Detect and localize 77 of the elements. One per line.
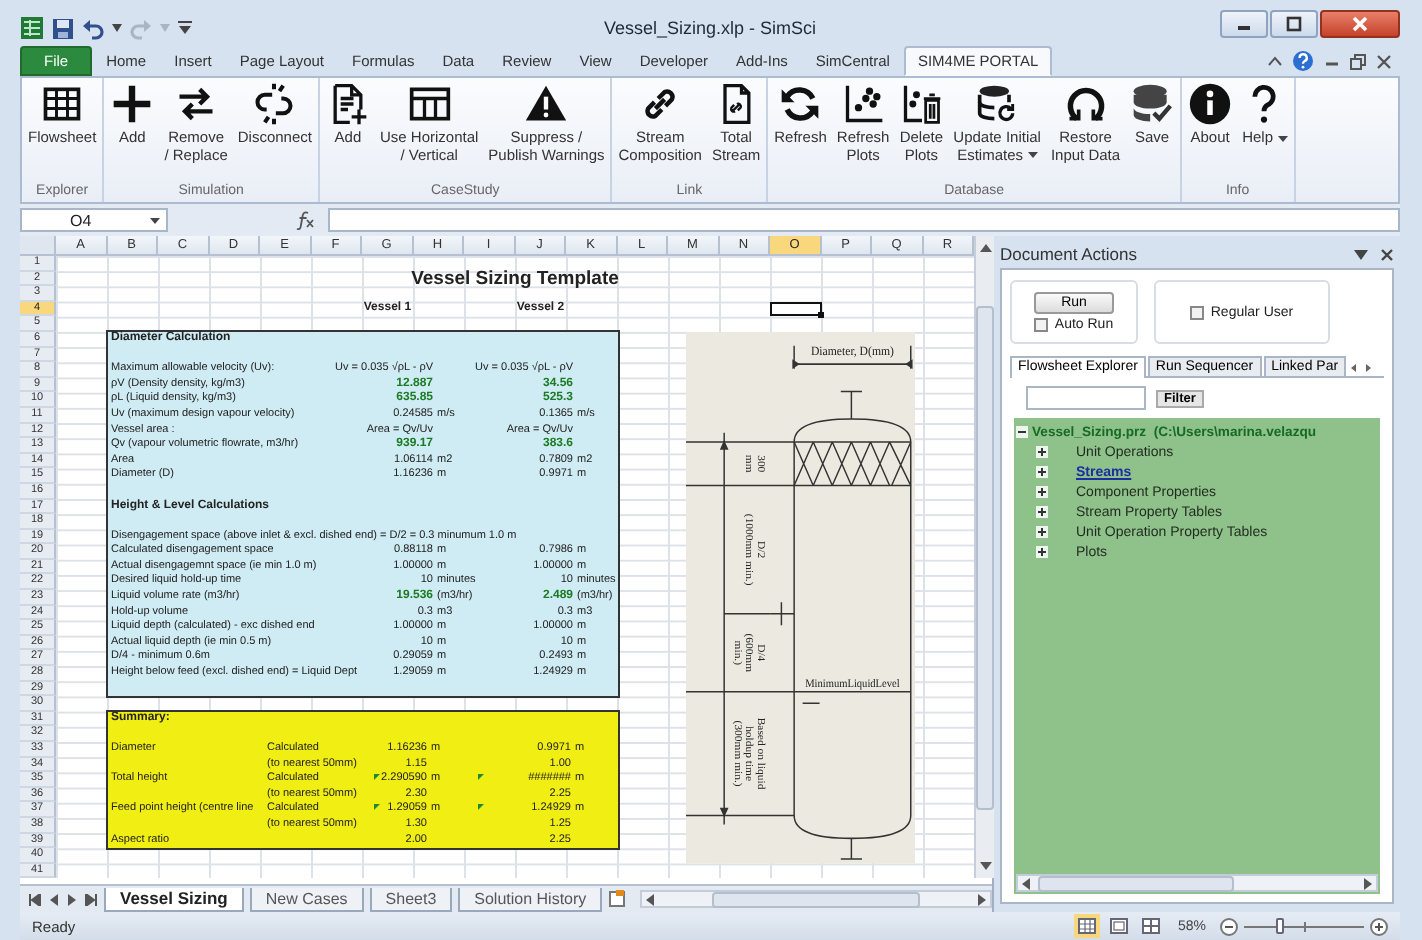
maximize-button[interactable] xyxy=(1270,10,1318,38)
scroll-right-icon[interactable] xyxy=(1364,877,1372,889)
save-icon[interactable] xyxy=(52,17,74,39)
page-layout-icon[interactable] xyxy=(1105,914,1132,938)
help-icon[interactable] xyxy=(1292,50,1314,72)
error-flag-icon xyxy=(477,804,483,811)
maximize-icon xyxy=(1286,16,1302,32)
horizontal-scrollbar[interactable] xyxy=(1016,874,1378,892)
last-sheet-icon[interactable] xyxy=(84,893,98,905)
table-icon xyxy=(40,82,85,126)
redo-icon xyxy=(130,17,152,39)
caret-icon xyxy=(1277,135,1287,142)
expand-icon[interactable] xyxy=(1036,526,1048,538)
caret-icon[interactable] xyxy=(112,24,122,32)
excel-icon xyxy=(20,16,44,40)
window-title: Vessel_Sizing.xlp - SimSci xyxy=(603,18,817,38)
scatter-plot-icon xyxy=(841,82,886,126)
pane-menu-icon[interactable] xyxy=(1354,249,1368,259)
insert-sheet-icon[interactable] xyxy=(608,890,627,908)
expand-icon[interactable] xyxy=(1036,546,1048,558)
error-flag-icon xyxy=(373,804,379,811)
error-flag-icon xyxy=(373,774,379,781)
normal-view-icon[interactable] xyxy=(1073,914,1100,938)
warning-icon xyxy=(524,82,569,126)
error-flag-icon xyxy=(477,774,483,781)
plus-icon xyxy=(110,82,155,126)
restore-window-icon[interactable] xyxy=(1350,53,1366,69)
pane-title: Document Actions xyxy=(1000,244,1138,264)
vertical-scrollbar[interactable] xyxy=(974,236,994,879)
close-icon[interactable] xyxy=(1380,247,1394,261)
scroll-left-icon[interactable] xyxy=(1022,877,1030,889)
scroll-down-icon[interactable] xyxy=(979,862,991,873)
undo-icon[interactable] xyxy=(82,17,104,39)
caret-icon xyxy=(160,24,170,32)
minimize-ribbon-icon[interactable] xyxy=(1268,56,1282,66)
first-sheet-icon[interactable] xyxy=(28,893,42,905)
info-icon xyxy=(1188,82,1233,126)
name-box[interactable]: O4 xyxy=(20,208,168,232)
scroll-up-icon[interactable] xyxy=(979,242,991,252)
formula-field[interactable] xyxy=(328,208,1400,232)
restore-icon xyxy=(1063,82,1108,126)
expand-icon[interactable] xyxy=(1036,466,1048,478)
close-icon[interactable] xyxy=(1376,53,1392,69)
close-button[interactable] xyxy=(1320,10,1400,38)
sheet-tab[interactable]: Sheet3 xyxy=(369,887,453,911)
plot-delete-icon xyxy=(899,82,944,126)
sheet-tab[interactable]: Solution History xyxy=(458,887,603,911)
sheet-tab[interactable]: New Cases xyxy=(249,887,364,911)
sheet-tab[interactable]: Vessel Sizing xyxy=(104,887,244,911)
function-icon[interactable] xyxy=(296,210,316,230)
database-icon xyxy=(975,82,1020,126)
scroll-left-icon[interactable] xyxy=(646,893,655,905)
previous-sheet-icon[interactable] xyxy=(48,893,60,905)
collapse-icon[interactable] xyxy=(1016,426,1028,438)
horizontal-scrollbar[interactable] xyxy=(640,890,992,908)
database-check-icon xyxy=(1130,82,1175,126)
scroll-right-icon[interactable] xyxy=(978,893,986,905)
next-sheet-icon[interactable] xyxy=(66,893,78,905)
expand-icon[interactable] xyxy=(1036,506,1048,518)
filter-field[interactable] xyxy=(1026,386,1146,410)
sheet-title: Vessel Sizing Template xyxy=(409,271,621,287)
refresh-icon xyxy=(778,82,823,126)
scroll-right-icon[interactable] xyxy=(1362,360,1375,376)
expand-icon[interactable] xyxy=(1036,486,1048,498)
minimize-button[interactable] xyxy=(1220,10,1268,38)
page-break-icon[interactable] xyxy=(1137,914,1164,938)
selected-cell[interactable] xyxy=(770,301,821,317)
zoom-in-icon[interactable] xyxy=(1370,917,1388,935)
broken-link-icon xyxy=(252,82,297,126)
customize-icon[interactable] xyxy=(178,20,192,36)
zoom-slider[interactable] xyxy=(1244,917,1364,935)
expand-icon[interactable] xyxy=(1036,446,1048,458)
swap-arrows-icon xyxy=(174,82,219,126)
zoom-out-icon[interactable] xyxy=(1220,917,1238,935)
layout-icon xyxy=(407,82,452,126)
close-icon xyxy=(1352,16,1368,32)
caret-icon xyxy=(1027,152,1038,159)
